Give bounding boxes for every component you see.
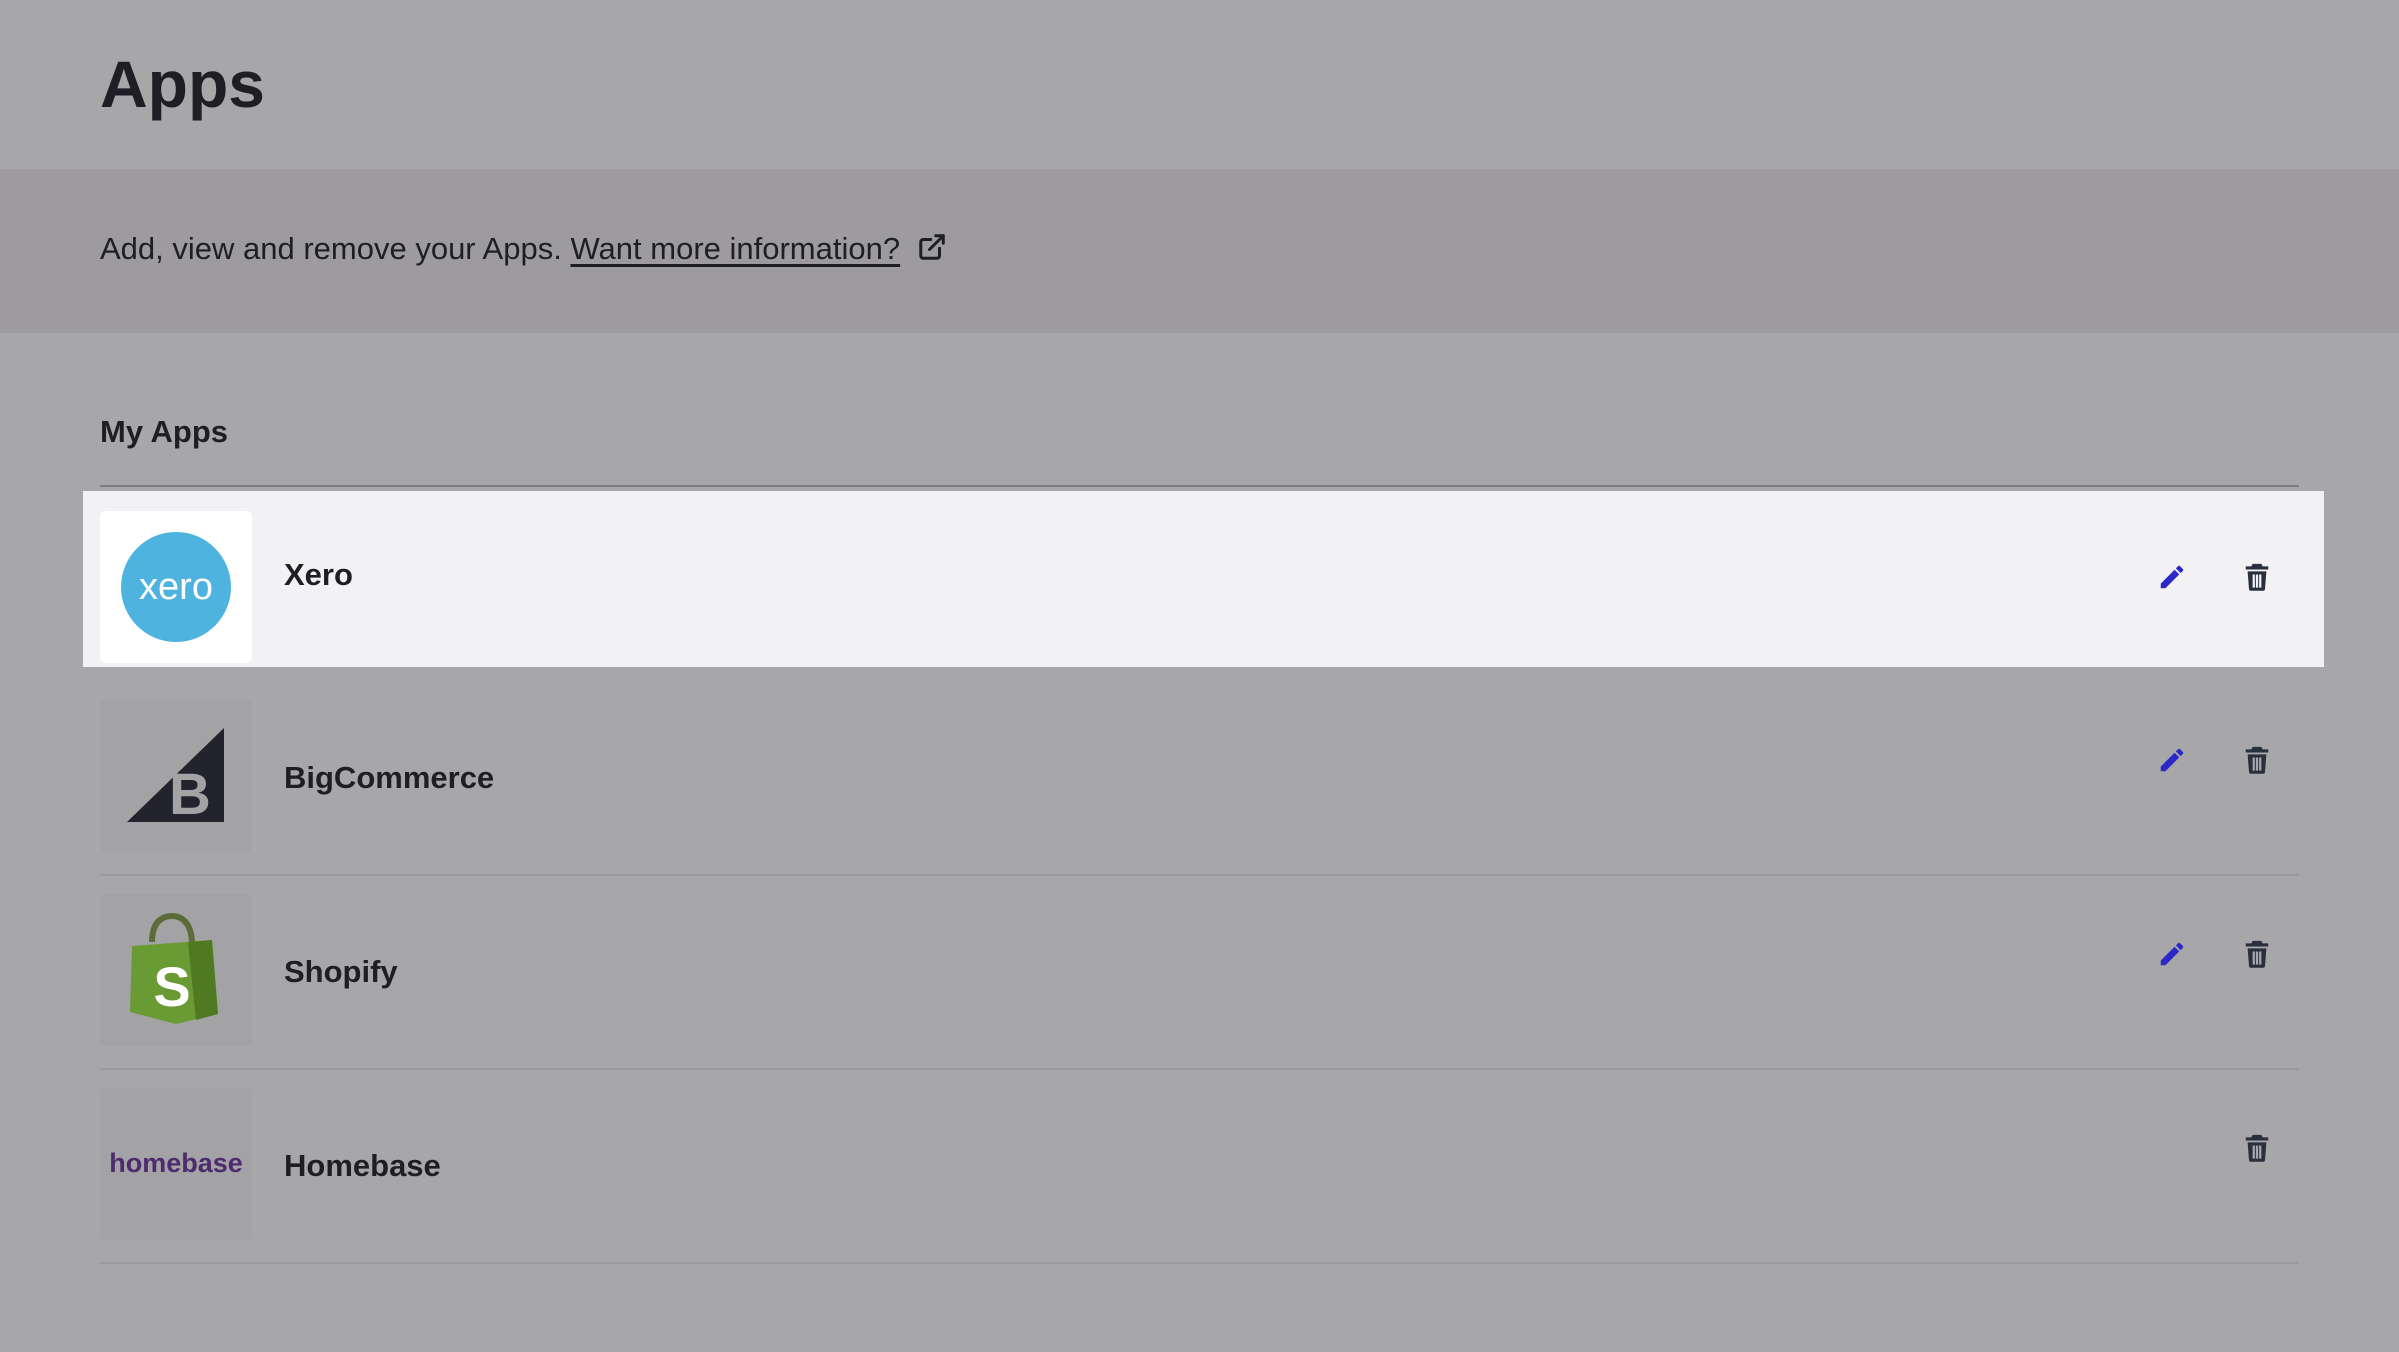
svg-text:B: B [169,762,211,827]
app-row-bigcommerce[interactable]: B BigCommerce [100,682,2299,876]
homebase-logo: homebase [100,1088,252,1240]
my-apps-heading: My Apps [100,414,229,449]
pencil-icon [2157,562,2187,597]
pencil-icon [2157,745,2187,780]
info-description: Add, view and remove your Apps. [100,231,562,266]
trash-icon [2244,1133,2270,1168]
info-text-line: Add, view and remove your Apps. Want mor… [100,219,947,282]
page-header: Apps [0,0,2399,169]
app-row-homebase[interactable]: homebase Homebase [100,1070,2299,1264]
bigcommerce-logo: B [100,700,252,852]
svg-text:xero: xero [139,566,213,608]
delete-button[interactable] [2231,553,2283,605]
external-link-icon[interactable] [917,222,947,282]
pencil-icon [2157,939,2187,974]
trash-icon [2244,939,2270,974]
section-divider [100,485,2299,487]
app-name: Shopify [284,954,398,989]
edit-button[interactable] [2146,553,2198,605]
delete-button[interactable] [2231,930,2283,982]
info-banner: Add, view and remove your Apps. Want mor… [0,169,2399,333]
page-title: Apps [100,47,265,121]
delete-button[interactable] [2231,1124,2283,1176]
app-name: BigCommerce [284,760,495,795]
trash-icon [2244,745,2270,780]
app-name: Xero [284,557,353,592]
trash-icon [2244,562,2270,597]
xero-logo: xero [100,511,252,663]
edit-button[interactable] [2146,930,2198,982]
svg-text:homebase: homebase [109,1148,243,1178]
app-row-xero[interactable]: xero Xero [83,491,2324,667]
delete-button[interactable] [2231,736,2283,788]
edit-button[interactable] [2146,736,2198,788]
shopify-logo: S [100,894,252,1046]
more-information-link[interactable]: Want more information? [570,231,900,266]
svg-text:S: S [153,955,190,1018]
app-row-shopify[interactable]: S Shopify [100,876,2299,1070]
app-name: Homebase [284,1148,441,1183]
